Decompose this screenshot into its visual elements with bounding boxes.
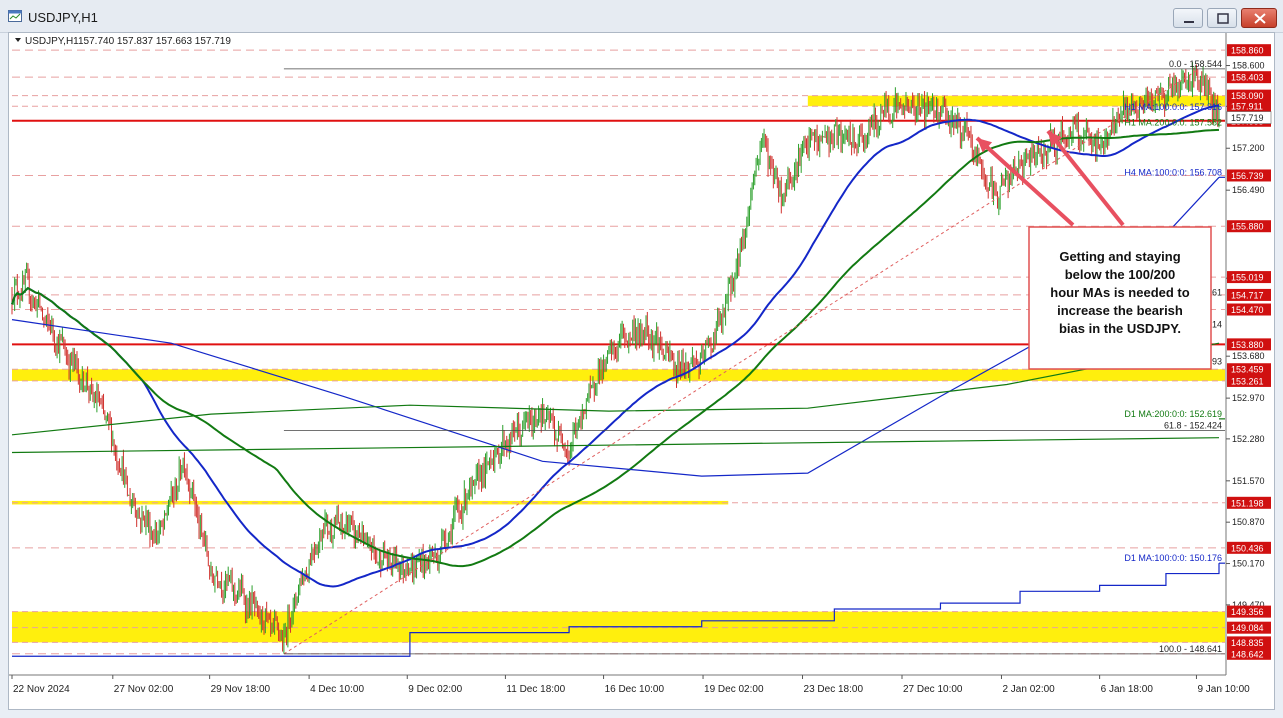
x-tick-label: 9 Jan 10:00 <box>1197 684 1250 695</box>
header-ohlc: 157.740 157.837 157.663 157.719 <box>78 36 231 47</box>
ma-label: H1 MA:200:0:0: 157.552 <box>1124 117 1222 127</box>
x-tick-label: 11 Dec 18:00 <box>506 684 565 695</box>
price-chart[interactable]: 0.0 - 158.544 61.8 - 152.424 100.0 - 148.6… <box>9 33 1274 709</box>
price-level-label: 149.084 <box>1231 623 1264 633</box>
ma-label: H4 MA:100:0:0: 156.708 <box>1124 167 1222 177</box>
minimize-icon <box>1184 21 1194 23</box>
y-tick-label: 150.170 <box>1232 559 1265 569</box>
header-dropdown-icon[interactable] <box>15 38 21 42</box>
y-tick-label: 156.490 <box>1232 185 1265 195</box>
close-icon <box>1254 13 1266 24</box>
y-tick-label: 157.200 <box>1232 143 1265 153</box>
y-tick-label: 151.570 <box>1232 476 1265 486</box>
fib-label: 100.0 - 148.641 <box>1159 644 1222 654</box>
price-level-label: 153.880 <box>1231 340 1264 350</box>
support-zone-band-thin <box>12 500 729 505</box>
fib-label: 0.0 - 158.544 <box>1169 59 1222 69</box>
x-tick-label: 16 Dec 10:00 <box>605 684 665 695</box>
price-level-label: 153.261 <box>1231 376 1264 386</box>
y-tick-label: 152.970 <box>1232 393 1265 403</box>
minimize-button[interactable] <box>1173 8 1203 28</box>
price-level-label: 154.717 <box>1231 290 1264 300</box>
chart-window-icon <box>8 10 22 22</box>
ma-label: D1 MA:200:0:0: 152.619 <box>1124 409 1222 419</box>
x-tick-label: 2 Jan 02:00 <box>1002 684 1055 695</box>
x-tick-label: 4 Dec 10:00 <box>310 684 364 695</box>
x-tick-label: 27 Nov 02:00 <box>114 684 174 695</box>
price-level-label: 155.019 <box>1231 273 1264 283</box>
price-level-label: 148.642 <box>1231 649 1264 659</box>
x-tick-label: 19 Dec 02:00 <box>704 684 764 695</box>
x-tick-label: 9 Dec 02:00 <box>408 684 462 695</box>
mid-zone-band <box>12 369 1225 381</box>
price-level-label: 150.436 <box>1231 543 1264 553</box>
chart-area[interactable]: 0.0 - 158.544 61.8 - 152.424 100.0 - 148.6… <box>8 32 1275 710</box>
price-level-label: 158.860 <box>1231 46 1264 56</box>
window-title: USDJPY,H1 <box>28 10 98 25</box>
price-level-label: 154.470 <box>1231 305 1264 315</box>
mt-window: USDJPY,H1 0.0 - 158.544 61.8 - 152.424 100… <box>0 0 1283 718</box>
y-tick-label: 152.280 <box>1232 434 1265 444</box>
x-tick-label: 6 Jan 18:00 <box>1101 684 1154 695</box>
y-tick-label: 158.600 <box>1232 61 1265 71</box>
x-tick-label: 22 Nov 2024 <box>13 684 70 695</box>
price-level-label: 151.198 <box>1231 498 1264 508</box>
price-level-label: 157.911 <box>1231 102 1263 112</box>
maximize-icon <box>1217 13 1229 24</box>
y-tick-label: 150.870 <box>1232 517 1265 527</box>
price-level-label: 155.880 <box>1231 222 1264 232</box>
x-tick-label: 27 Dec 10:00 <box>903 684 963 695</box>
price-level-label: 149.356 <box>1231 607 1264 617</box>
ma-label: H1 MA:100:0:0: 157.816 <box>1124 102 1222 112</box>
y-tick-label: 153.680 <box>1232 351 1265 361</box>
price-level-label: 158.090 <box>1231 91 1264 101</box>
d1-ma-flat-line <box>11 437 1220 454</box>
x-tick-label: 23 Dec 18:00 <box>804 684 864 695</box>
current-price-label: 157.719 <box>1231 113 1264 123</box>
price-level-label: 156.739 <box>1231 171 1264 181</box>
annotation-text: Getting and staying below the 100/200 hour… <box>1050 249 1189 336</box>
ma-label: D1 MA:100:0:0: 150.176 <box>1124 553 1222 563</box>
price-level-label: 153.459 <box>1231 365 1264 375</box>
fib-label: 61.8 - 152.424 <box>1164 420 1222 430</box>
close-button[interactable] <box>1241 8 1277 28</box>
title-bar: USDJPY,H1 <box>0 0 1283 33</box>
header-symbol: USDJPY,H1 <box>25 36 79 47</box>
price-level-label: 158.403 <box>1231 73 1264 83</box>
maximize-button[interactable] <box>1207 8 1237 28</box>
x-tick-label: 29 Nov 18:00 <box>211 684 271 695</box>
price-level-label: 148.835 <box>1231 638 1264 648</box>
